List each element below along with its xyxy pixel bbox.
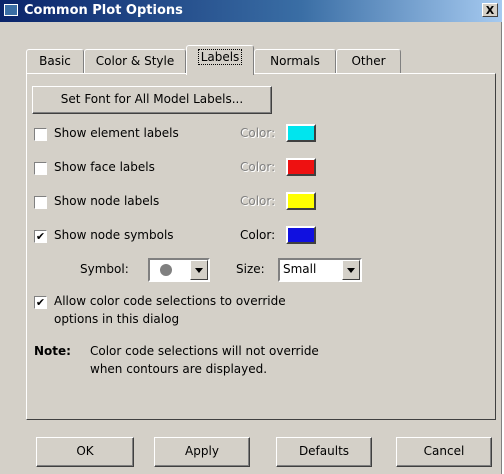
element-labels-color-label: Color:	[240, 126, 276, 140]
tab-labels[interactable]: Labels	[186, 45, 254, 75]
apply-button[interactable]: Apply	[154, 437, 250, 467]
window-icon	[4, 4, 18, 16]
tab-other[interactable]: Other	[336, 49, 401, 74]
tab-color-style[interactable]: Color & Style	[84, 49, 186, 74]
allow-override-checkbox[interactable]: ✔	[34, 296, 47, 309]
show-node-labels-label: Show node labels	[54, 194, 160, 208]
node-labels-color-swatch[interactable]	[286, 192, 316, 210]
show-element-labels-checkbox[interactable]	[34, 128, 47, 141]
element-labels-color-swatch[interactable]	[286, 124, 316, 142]
title-bar[interactable]: Common Plot Options X	[0, 0, 502, 22]
note-line2: when contours are displayed.	[90, 362, 268, 376]
checkmark-icon: ✔	[35, 296, 46, 309]
symbol-label: Symbol:	[80, 262, 129, 276]
node-symbols-color-label: Color:	[240, 228, 276, 242]
ok-button[interactable]: OK	[36, 437, 134, 467]
face-labels-color-swatch[interactable]	[286, 158, 316, 176]
show-face-labels-label: Show face labels	[54, 160, 155, 174]
face-labels-color-label: Color:	[240, 160, 276, 174]
option-row-node-labels: Show node labels	[34, 194, 394, 212]
defaults-button[interactable]: Defaults	[276, 437, 372, 467]
cancel-button[interactable]: Cancel	[396, 437, 492, 467]
size-select[interactable]: Small	[278, 258, 362, 282]
show-node-symbols-label: Show node symbols	[54, 228, 174, 242]
show-element-labels-label: Show element labels	[54, 126, 179, 140]
tab-basic[interactable]: Basic	[26, 49, 84, 74]
show-node-symbols-checkbox[interactable]: ✔	[34, 230, 47, 243]
checkmark-icon: ✔	[35, 230, 46, 243]
show-node-labels-checkbox[interactable]	[34, 196, 47, 209]
allow-override-label-line1: Allow color code selections to override	[54, 294, 286, 308]
node-symbols-color-swatch[interactable]	[286, 226, 316, 244]
symbol-select[interactable]	[148, 258, 210, 282]
note-line1: Color code selections will not override	[90, 344, 319, 358]
close-button[interactable]: X	[482, 3, 498, 17]
option-row-node-symbols: ✔ Show node symbols	[34, 228, 394, 246]
filled-circle-icon	[160, 264, 172, 276]
dialog-window: Common Plot Options X Basic Color & Styl…	[0, 0, 502, 474]
chevron-down-icon[interactable]	[190, 260, 208, 280]
size-label: Size:	[236, 262, 265, 276]
size-value: Small	[283, 262, 317, 276]
note-label: Note:	[34, 344, 71, 358]
window-title: Common Plot Options	[24, 3, 183, 18]
chevron-down-icon[interactable]	[342, 260, 360, 280]
set-font-button[interactable]: Set Font for All Model Labels...	[32, 86, 272, 114]
allow-override-label-line2: options in this dialog	[54, 312, 180, 326]
node-labels-color-label: Color:	[240, 194, 276, 208]
tab-normals[interactable]: Normals	[254, 49, 336, 74]
option-row-face-labels: Show face labels	[34, 160, 394, 178]
show-face-labels-checkbox[interactable]	[34, 162, 47, 175]
option-row-element-labels: Show element labels	[34, 126, 394, 144]
